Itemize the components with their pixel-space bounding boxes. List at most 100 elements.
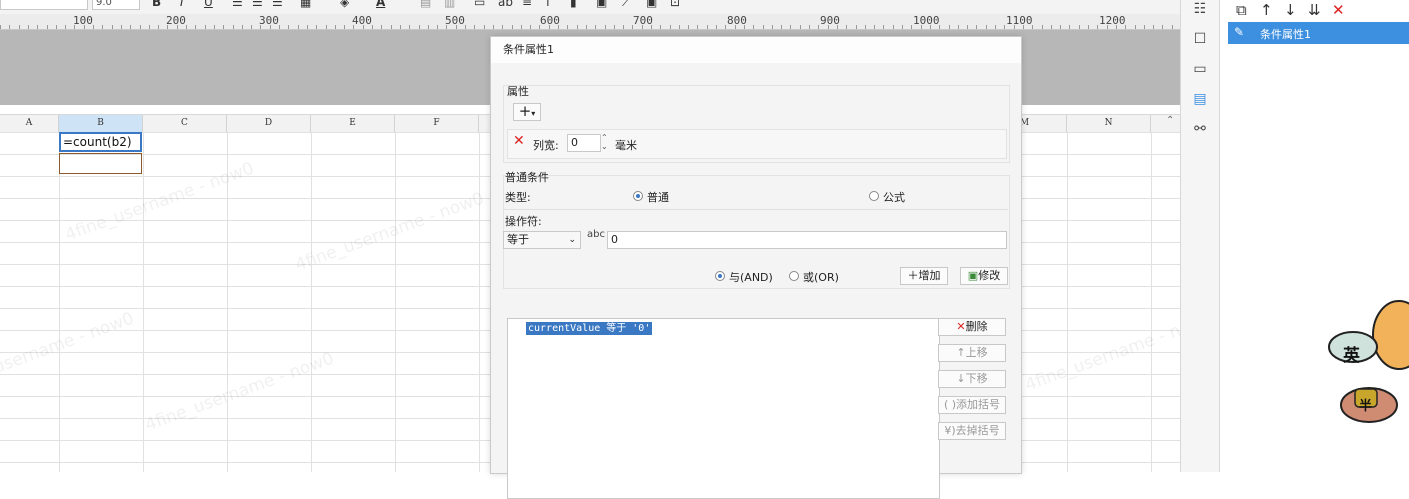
ruler-tick [112, 25, 113, 29]
arrow-up-icon[interactable]: ↑ [1260, 0, 1273, 20]
or-label: 或(OR) [803, 271, 839, 284]
insert-fx-icon[interactable]: f [546, 0, 550, 9]
spinner-icon[interactable]: ⌃ ⌄ [601, 133, 608, 151]
insert-formula-icon[interactable]: ≡ [522, 0, 532, 9]
split-icon[interactable]: ▥ [444, 0, 455, 9]
ruler-tick [307, 25, 308, 29]
font-color-icon[interactable]: A [376, 0, 385, 9]
fill-color-icon[interactable]: ◈ [340, 0, 349, 9]
column-header-a[interactable]: A [0, 115, 59, 132]
close-icon[interactable]: ✕ [1332, 0, 1345, 20]
mascot-tag-1: 英 [1343, 346, 1360, 366]
move-bottom-icon[interactable]: ⇊ [1308, 0, 1321, 20]
link-icon[interactable]: ⚯ [1191, 120, 1209, 138]
add-property-button[interactable]: +▾ [513, 103, 541, 121]
add-button[interactable]: ＋增加 [900, 267, 948, 285]
mascot-illustration [1328, 300, 1409, 423]
modify-button[interactable]: ▣修改 [960, 267, 1008, 285]
scroll-up-icon[interactable]: ⌃ [1166, 115, 1174, 126]
ruler-tick [288, 25, 289, 29]
and-label: 与(AND) [729, 271, 773, 284]
insert-image-icon[interactable]: ▣ [596, 0, 607, 9]
ruler-tick [93, 25, 94, 29]
align-right-icon[interactable]: ☰ [272, 0, 283, 9]
insert-chart-icon[interactable]: ▮ [570, 0, 577, 9]
column-header-e[interactable]: E [311, 115, 395, 132]
ruler-label: 100 [73, 14, 93, 27]
column-header-c[interactable]: C [143, 115, 227, 132]
operand-input[interactable]: 0 [607, 231, 1007, 249]
type-normal-radio[interactable] [633, 191, 643, 201]
ruler-tick [316, 25, 317, 29]
move-down-button[interactable]: ↓下移 [938, 370, 1006, 388]
condition-panel-toolbar: ⧉ ↑ ↓ ⇊ ✕ [1228, 0, 1409, 22]
insert-slash-icon[interactable]: ⟋ [622, 0, 630, 10]
ruler-tick [1014, 25, 1015, 29]
ruler-tick [279, 25, 280, 29]
ruler-tick [1060, 25, 1061, 29]
column-width-input[interactable]: 0 [567, 134, 601, 152]
ruler-tick [539, 25, 540, 29]
column-header-n[interactable]: N [1067, 115, 1151, 132]
font-family-select[interactable] [0, 0, 88, 10]
column-header-f[interactable]: F [395, 115, 479, 132]
grid-column-line [395, 132, 396, 472]
watermark: 4fine_username - now0 [292, 188, 487, 276]
ruler-tick [567, 25, 568, 29]
cell-properties-icon[interactable]: ☷ [1191, 0, 1209, 18]
copy-icon[interactable]: ⧉ [1236, 0, 1247, 20]
ruler-tick [586, 25, 587, 29]
or-radio[interactable] [789, 271, 799, 281]
active-cell-b1[interactable]: =count(b2) [59, 132, 142, 152]
ruler-tick [521, 25, 522, 29]
underline-button[interactable]: U [204, 0, 213, 9]
ruler-tick [326, 25, 327, 29]
cell-b2[interactable] [59, 153, 142, 174]
ruler-tick [651, 25, 652, 29]
ruler-tick [1079, 25, 1080, 29]
ruler-label: 1200 [1099, 14, 1126, 27]
ruler-tick [623, 25, 624, 29]
column-header-b[interactable]: B [59, 115, 143, 132]
ruler-tick [874, 25, 875, 29]
ruler-tick [121, 25, 122, 29]
ruler-tick [223, 25, 224, 29]
ruler-label: 500 [445, 14, 465, 27]
border-icon[interactable]: ▦ [300, 0, 311, 9]
insert-frame-icon[interactable]: ⊡ [670, 0, 680, 9]
ruler-tick [437, 25, 438, 29]
abc-formula-icon[interactable]: abc [587, 229, 605, 240]
column-header-d[interactable]: D [227, 115, 311, 132]
move-up-button[interactable]: ↑上移 [938, 344, 1006, 362]
operator-select[interactable]: 等于 ⌄ [503, 231, 581, 249]
type-formula-radio[interactable] [869, 191, 879, 201]
ruler-tick [642, 25, 643, 29]
insert-sub-report-icon[interactable]: ▣ [646, 0, 657, 9]
insert-text-icon[interactable]: ▭ [474, 0, 485, 9]
merge-icon[interactable]: ▤ [420, 0, 431, 9]
ruler-tick [595, 25, 596, 29]
font-size-select[interactable]: 9.0 [92, 0, 140, 10]
remove-property-icon[interactable]: ✕ [513, 133, 525, 149]
insert-abc-icon[interactable]: ab [498, 0, 513, 9]
italic-button[interactable]: I [180, 0, 184, 9]
add-bracket-button[interactable]: ( )添加括号 [938, 396, 1006, 414]
condition-item[interactable]: currentValue 等于 '0' [526, 322, 653, 335]
remove-bracket-button[interactable]: ¥)去掉括号 [938, 422, 1006, 440]
and-radio[interactable] [715, 271, 725, 281]
align-left-icon[interactable]: ☰ [232, 0, 243, 9]
delete-button[interactable]: ✕删除 [938, 318, 1006, 336]
ruler-tick [298, 25, 299, 29]
arrow-down-icon[interactable]: ↓ [1284, 0, 1297, 20]
condition-attributes-icon[interactable]: ▤ [1191, 90, 1209, 108]
ruler-tick [856, 25, 857, 29]
ruler-tick [260, 25, 261, 29]
bold-button[interactable]: B [152, 0, 161, 9]
ruler-tick [930, 25, 931, 29]
ruler-tick [837, 25, 838, 29]
frame-icon[interactable]: ▭ [1191, 60, 1209, 78]
ruler-tick [1172, 25, 1173, 29]
condition-list-item-selected[interactable]: ✎ 条件属性1 [1228, 22, 1409, 44]
square-icon[interactable]: ☐ [1191, 30, 1209, 48]
align-center-icon[interactable]: ☰ [252, 0, 263, 9]
